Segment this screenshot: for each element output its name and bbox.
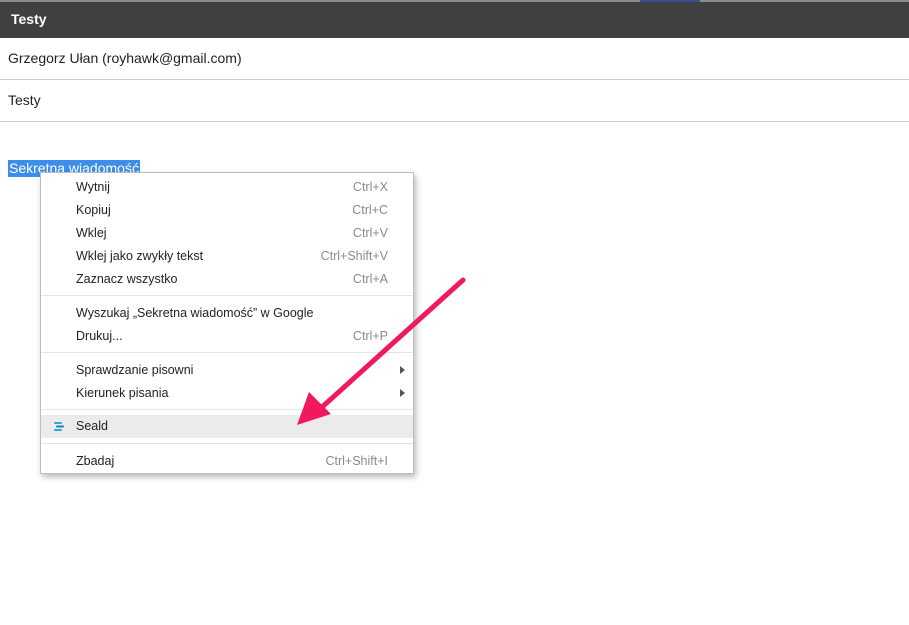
header-accent-line [640, 0, 700, 2]
menu-item-seald[interactable]: Seald [41, 415, 413, 438]
menu-item-paste[interactable]: Wklej Ctrl+V [41, 222, 413, 245]
menu-item-label: Wytnij [76, 180, 110, 194]
menu-item-label: Wklej [76, 226, 107, 240]
menu-item-search-google[interactable]: Wyszukaj „Sekretna wiadomość” w Google [41, 302, 413, 325]
subject-value[interactable]: Testy [8, 92, 41, 108]
submenu-arrow-icon [400, 389, 405, 397]
menu-item-spellcheck[interactable]: Sprawdzanie pisowni [41, 359, 413, 382]
menu-separator [41, 295, 413, 296]
menu-item-shortcut: Ctrl+A [352, 272, 388, 286]
menu-item-shortcut: Ctrl+X [352, 180, 388, 194]
menu-item-shortcut: Ctrl+C [352, 203, 388, 217]
subject-field[interactable]: Testy [0, 80, 909, 122]
context-menu: Wytnij Ctrl+X Kopiuj Ctrl+C Wklej Ctrl+V… [40, 172, 414, 474]
submenu-arrow-icon [400, 366, 405, 374]
menu-item-copy[interactable]: Kopiuj Ctrl+C [41, 199, 413, 222]
menu-item-label: Seald [76, 419, 108, 433]
menu-item-shortcut: Ctrl+P [352, 329, 388, 343]
compose-title: Testy [11, 11, 47, 27]
compose-header-bar: Testy [0, 0, 909, 38]
menu-item-paste-plain[interactable]: Wklej jako zwykły tekst Ctrl+Shift+V [41, 245, 413, 268]
menu-item-label: Zaznacz wszystko [76, 272, 178, 286]
menu-separator [41, 352, 413, 353]
menu-separator [41, 409, 413, 410]
menu-item-label: Zbadaj [76, 454, 115, 468]
menu-item-label: Kopiuj [76, 203, 111, 217]
menu-item-shortcut: Ctrl+Shift+I [325, 454, 388, 468]
menu-item-label: Sprawdzanie pisowni [76, 363, 194, 377]
menu-item-label: Kierunek pisania [76, 386, 169, 400]
from-value: Grzegorz Ułan (royhawk@gmail.com) [8, 50, 242, 66]
from-field[interactable]: Grzegorz Ułan (royhawk@gmail.com) [0, 38, 909, 80]
menu-item-label: Wklej jako zwykły tekst [76, 249, 204, 263]
menu-item-shortcut: Ctrl+V [352, 226, 388, 240]
menu-item-shortcut: Ctrl+Shift+V [320, 249, 388, 263]
menu-item-label: Drukuj... [76, 329, 123, 343]
menu-item-inspect[interactable]: Zbadaj Ctrl+Shift+I [41, 450, 413, 473]
menu-item-print[interactable]: Drukuj... Ctrl+P [41, 325, 413, 348]
seald-logo-icon [54, 422, 64, 431]
menu-item-label: Wyszukaj „Sekretna wiadomość” w Google [76, 306, 314, 320]
menu-separator [41, 443, 413, 444]
menu-item-cut[interactable]: Wytnij Ctrl+X [41, 176, 413, 199]
menu-item-writing-direction[interactable]: Kierunek pisania [41, 382, 413, 405]
menu-item-select-all[interactable]: Zaznacz wszystko Ctrl+A [41, 268, 413, 291]
